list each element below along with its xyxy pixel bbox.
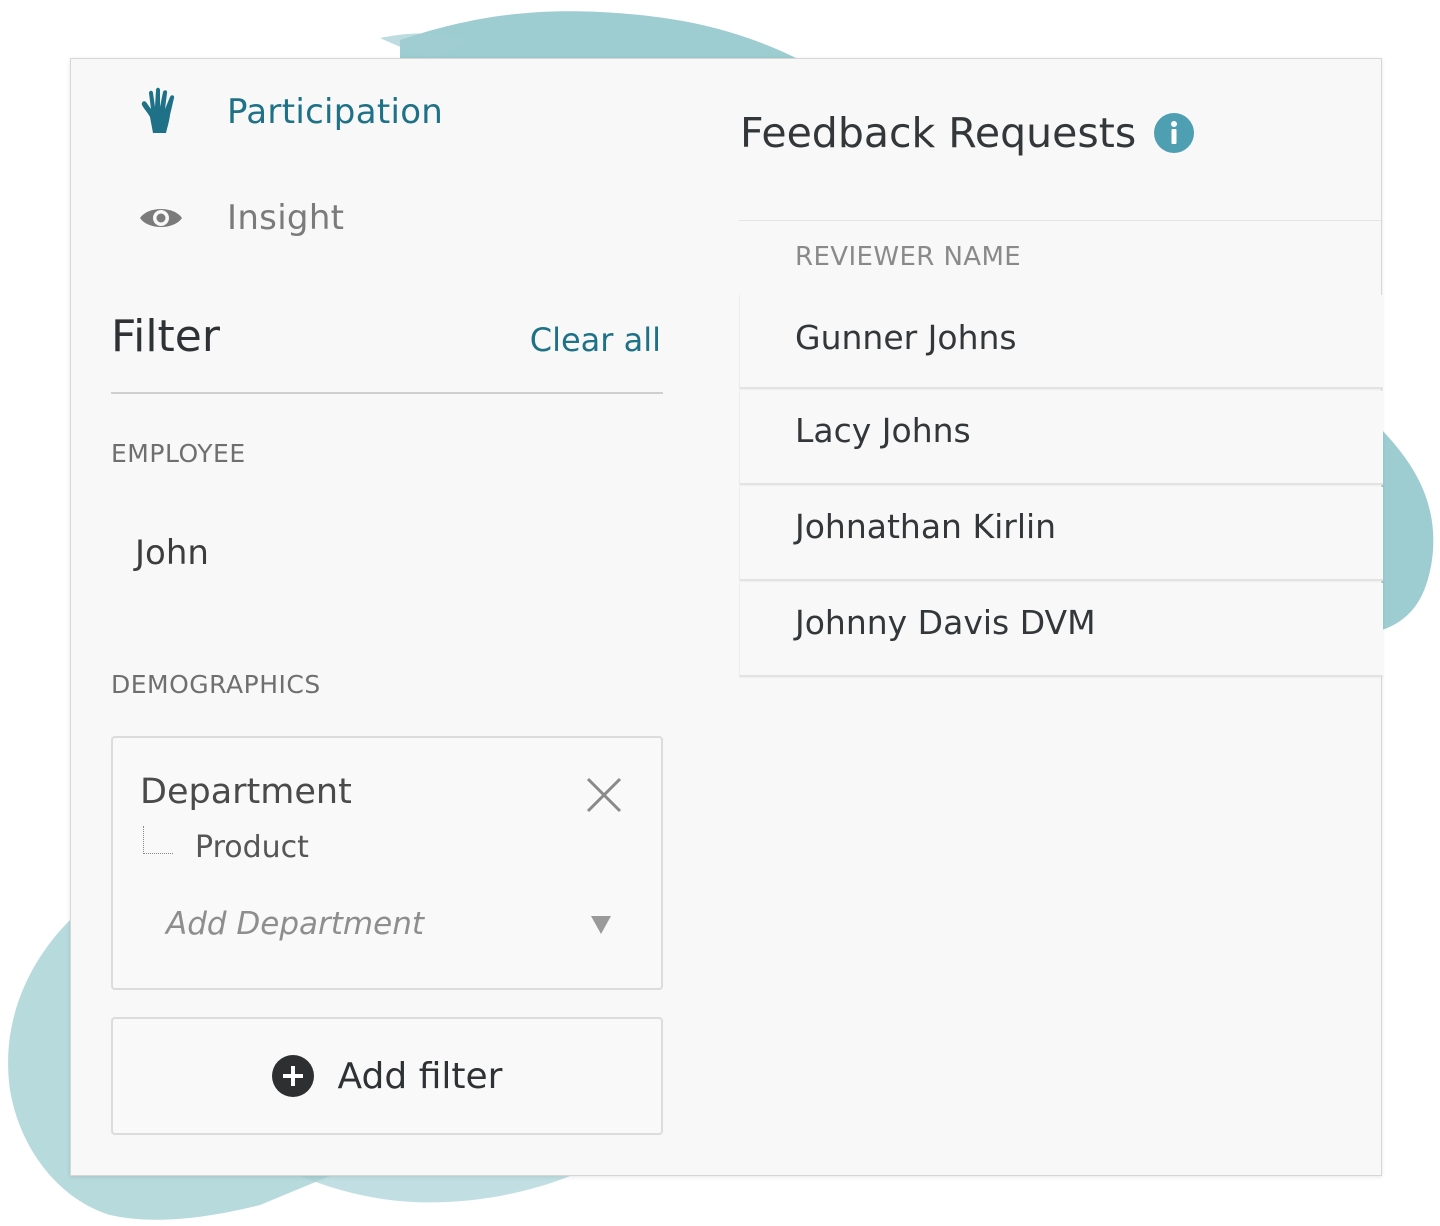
hand-icon (131, 87, 191, 137)
screen: Participation Insight Filter Clear all E… (0, 0, 1440, 1226)
column-header-reviewer-name[interactable]: REVIEWER NAME (795, 242, 1021, 272)
feedback-title-text: Feedback Requests (740, 109, 1137, 157)
info-icon[interactable] (1154, 113, 1195, 153)
employee-value[interactable]: John (135, 533, 209, 573)
nav-item-insight[interactable]: Insight (131, 193, 344, 243)
department-selected-value: Product (195, 830, 309, 865)
department-title: Department (140, 772, 352, 812)
chevron-down-icon[interactable] (591, 916, 611, 934)
add-filter-button[interactable]: Add filter (111, 1017, 663, 1135)
table-row[interactable]: Lacy Johns (739, 391, 1383, 485)
eye-icon (131, 193, 191, 243)
filter-divider (111, 392, 663, 394)
add-department-dropdown[interactable]: Add Department (166, 906, 424, 942)
filter-title: Filter (111, 311, 220, 362)
nav-label: Insight (227, 198, 345, 238)
close-icon[interactable] (585, 776, 623, 814)
demographics-label: DEMOGRAPHICS (111, 670, 321, 699)
main-panel: Participation Insight Filter Clear all E… (70, 58, 1383, 1176)
reviewer-name: Lacy Johns (795, 410, 971, 450)
reviewer-name: Johnny Davis DVM (795, 602, 1096, 642)
clear-all-link[interactable]: Clear all (530, 321, 661, 359)
department-filter-card: Department Product Add Department (111, 736, 663, 990)
employee-label: EMPLOYEE (111, 439, 246, 468)
table-row[interactable]: Gunner Johns (739, 295, 1383, 389)
nav-label: Participation (227, 92, 444, 132)
table-row[interactable]: Johnathan Kirlin (739, 487, 1383, 581)
plus-circle-icon (271, 1055, 314, 1097)
feedback-divider (739, 220, 1383, 221)
feedback-requests-title: Feedback Requests (740, 109, 1195, 157)
reviewer-name: Gunner Johns (795, 317, 1017, 357)
add-filter-label: Add filter (337, 1055, 503, 1097)
reviewer-name: Johnathan Kirlin (795, 506, 1057, 546)
tree-connector-icon (143, 826, 173, 854)
reviewer-list: Gunner Johns Lacy Johns Johnathan Kirlin… (739, 295, 1383, 677)
nav-item-participation[interactable]: Participation (131, 87, 443, 137)
table-row[interactable]: Johnny Davis DVM (739, 583, 1383, 677)
